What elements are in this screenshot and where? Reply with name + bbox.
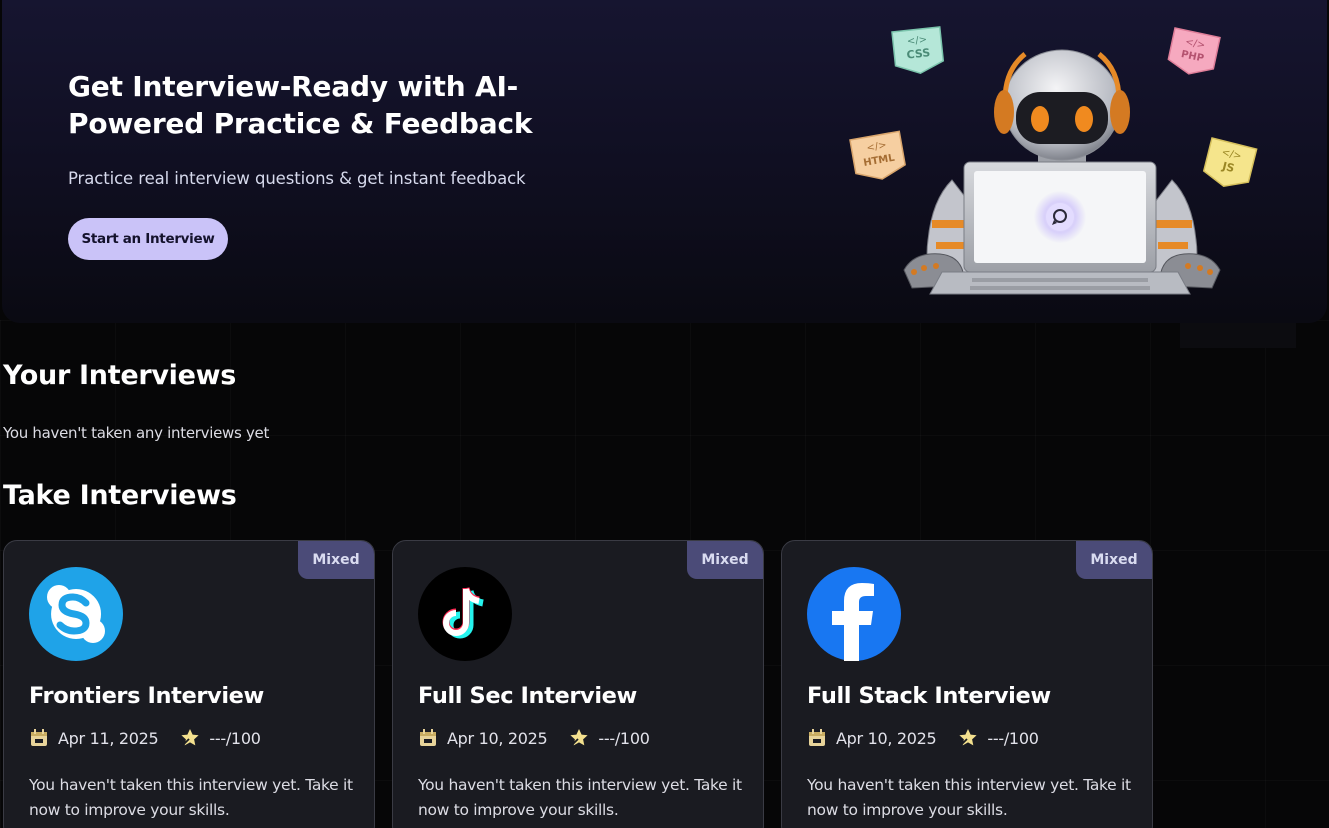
interview-date: Apr 10, 2025 xyxy=(836,728,937,748)
start-interview-button[interactable]: Start an Interview xyxy=(68,218,228,260)
interview-card-full-sec[interactable]: Mixed Full Sec Interview Apr 10, 2025 --… xyxy=(392,540,764,828)
interview-description: You haven't taken this interview yet. Ta… xyxy=(29,776,353,819)
hero-shadow-strip xyxy=(1180,323,1296,348)
interview-meta: Apr 10, 2025 ---/100 xyxy=(807,728,1039,748)
hero-title-line-2: Powered Practice & Feedback xyxy=(68,107,533,140)
no-interviews-message: You haven't taken any interviews yet xyxy=(3,424,270,442)
interview-card-frontiers[interactable]: Mixed Frontiers Interview Apr 11, 2025 -… xyxy=(3,540,375,828)
robot-illustration: </> CSS </> PHP </> HTML </> JS xyxy=(842,20,1282,310)
hero-title: Get Interview-Ready with AI- Powered Pra… xyxy=(68,68,568,142)
calendar-icon xyxy=(809,729,825,746)
interview-title: Full Sec Interview xyxy=(418,683,637,709)
star-icon xyxy=(181,729,200,747)
star-icon xyxy=(570,729,589,747)
svg-text:CSS: CSS xyxy=(906,46,931,61)
interview-description: You haven't taken this interview yet. Ta… xyxy=(807,776,1131,819)
interview-type-badge: Mixed xyxy=(298,541,374,579)
php-tag-icon: </> PHP xyxy=(1167,27,1221,75)
hero-subtitle: Practice real interview questions & get … xyxy=(68,169,526,188)
css-tag-icon: </> CSS xyxy=(891,26,945,75)
interview-title: Frontiers Interview xyxy=(29,683,264,709)
interview-meta: Apr 10, 2025 ---/100 xyxy=(418,728,650,748)
svg-text:</>: </> xyxy=(906,34,927,47)
interview-meta: Apr 11, 2025 ---/100 xyxy=(29,728,261,748)
interview-date: Apr 11, 2025 xyxy=(58,728,159,748)
interview-score: ---/100 xyxy=(987,728,1039,748)
js-tag-icon: </> JS xyxy=(1202,137,1258,188)
your-interviews-heading: Your Interviews xyxy=(3,360,237,391)
calendar-icon xyxy=(31,729,47,746)
html-tag-icon: </> HTML xyxy=(849,130,906,180)
skype-logo-icon xyxy=(29,567,123,661)
star-icon xyxy=(959,729,978,747)
facebook-logo-icon xyxy=(807,567,901,661)
interview-score: ---/100 xyxy=(209,728,261,748)
interview-description: You haven't taken this interview yet. Ta… xyxy=(418,776,742,819)
interview-title: Full Stack Interview xyxy=(807,683,1051,709)
hero-banner: Get Interview-Ready with AI- Powered Pra… xyxy=(2,0,1327,323)
interview-card-full-stack[interactable]: Mixed Full Stack Interview Apr 10, 2025 … xyxy=(781,540,1153,828)
interview-score: ---/100 xyxy=(598,728,650,748)
hero-title-line-1: Get Interview-Ready with AI- xyxy=(68,70,519,103)
interview-type-badge: Mixed xyxy=(1076,541,1152,579)
interview-type-badge: Mixed xyxy=(687,541,763,579)
tiktok-logo-icon xyxy=(418,567,512,661)
interview-date: Apr 10, 2025 xyxy=(447,728,548,748)
take-interviews-heading: Take Interviews xyxy=(3,480,237,511)
calendar-icon xyxy=(420,729,436,746)
